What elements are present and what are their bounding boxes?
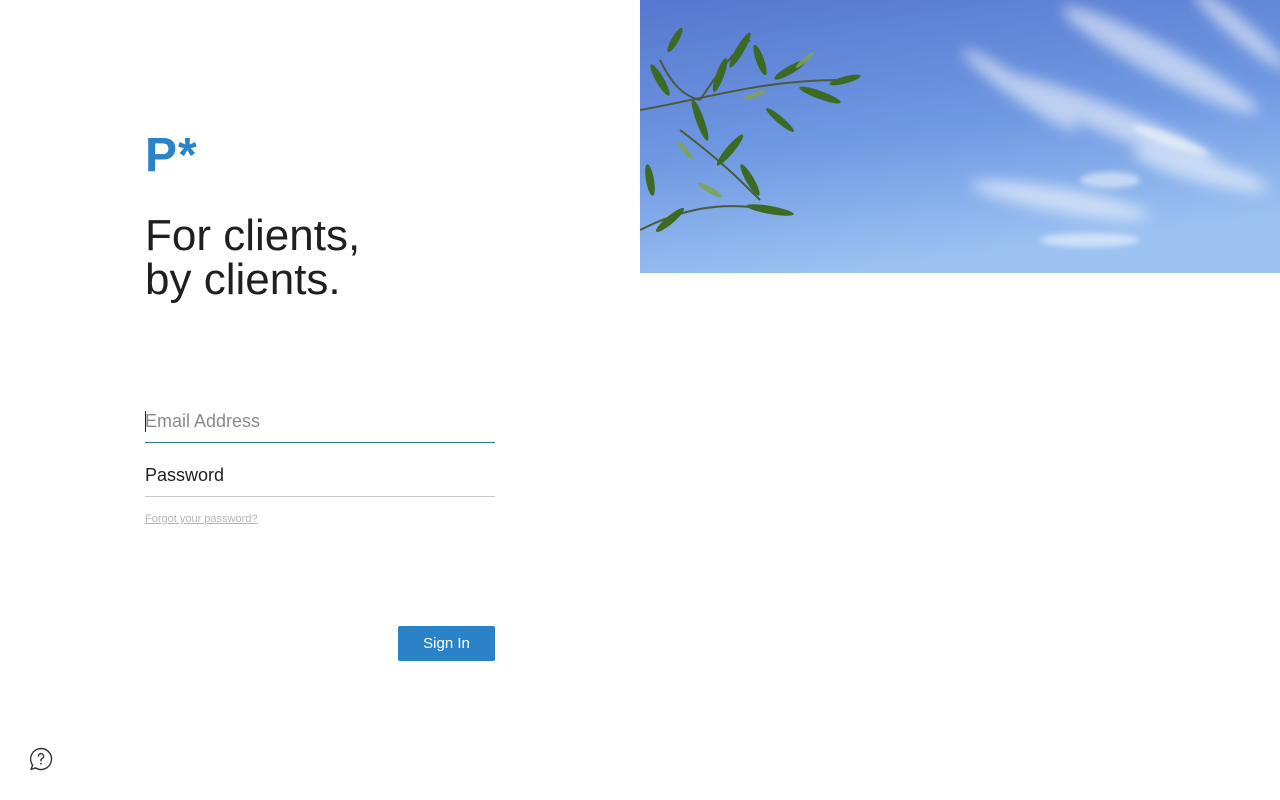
help-chat-icon[interactable]	[28, 746, 54, 772]
tagline-line-2: by clients.	[145, 255, 341, 304]
password-input[interactable]	[145, 454, 495, 496]
sign-in-button[interactable]: Sign In	[398, 626, 495, 661]
tagline: For clients, by clients.	[145, 214, 360, 302]
brand-logo: P*	[145, 129, 198, 182]
hero-image	[640, 0, 1280, 273]
tagline-line-1: For clients,	[145, 211, 361, 260]
login-pane: P* For clients, by clients. Forgot your …	[0, 0, 640, 800]
email-field-wrapper	[145, 400, 495, 443]
login-page: P* For clients, by clients. Forgot your …	[0, 0, 1280, 800]
password-field-wrapper	[145, 454, 495, 497]
email-input[interactable]	[145, 400, 495, 442]
forgot-password-link[interactable]: Forgot your password?	[145, 513, 258, 525]
text-cursor	[145, 411, 146, 432]
